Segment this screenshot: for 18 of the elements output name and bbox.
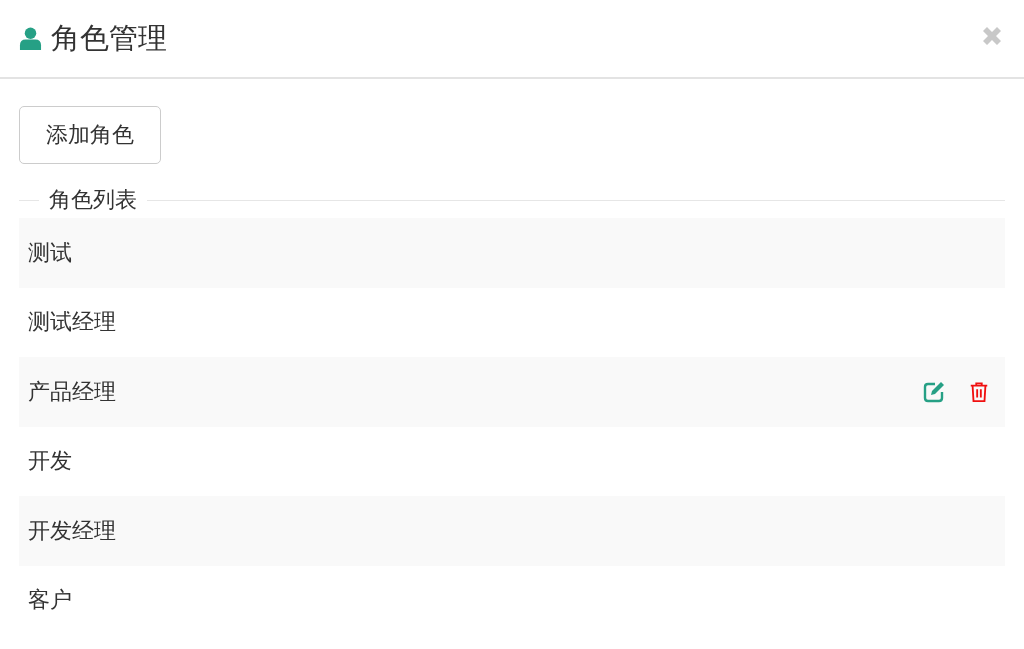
role-name: 开发经理 xyxy=(28,516,117,545)
role-name: 产品经理 xyxy=(28,377,117,406)
role-name: 测试 xyxy=(28,238,73,267)
role-row[interactable]: 开发 xyxy=(19,426,1005,496)
role-row[interactable]: 产品经理 xyxy=(19,357,1005,427)
role-row[interactable]: 开发经理 xyxy=(19,496,1005,566)
trash-icon[interactable] xyxy=(968,379,990,404)
role-row[interactable]: 测试 xyxy=(19,218,1005,288)
edit-icon[interactable] xyxy=(922,379,946,404)
list-legend: 角色列表 xyxy=(49,185,137,215)
user-icon xyxy=(19,26,42,51)
role-row[interactable]: 测试经理 xyxy=(19,287,1005,357)
role-name: 开发 xyxy=(28,447,73,476)
add-role-button[interactable]: 添加角色 xyxy=(19,106,161,164)
role-row[interactable]: 客户 xyxy=(19,565,1005,635)
dialog-title: 角色管理 xyxy=(51,19,168,57)
role-name: 客户 xyxy=(28,586,73,615)
role-name: 测试经理 xyxy=(28,308,117,337)
